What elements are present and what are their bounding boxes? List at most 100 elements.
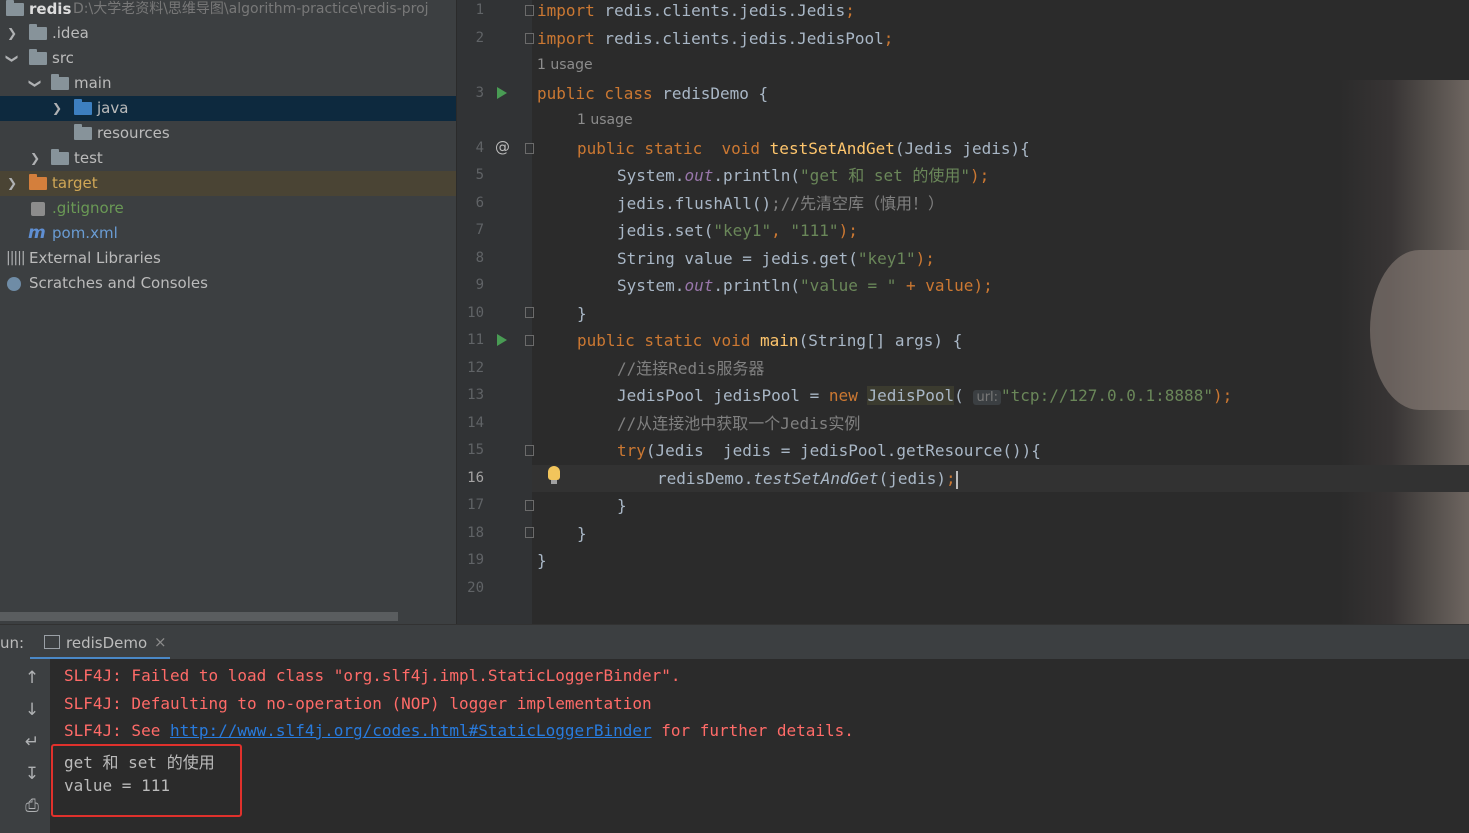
tree-item-label: target bbox=[52, 174, 98, 192]
code-line-7: jedis.set("key1", "111"); bbox=[617, 221, 858, 240]
line-number: 1 bbox=[475, 2, 484, 18]
tree-item-idea[interactable]: ❯ .idea bbox=[0, 21, 456, 46]
line-number: 14 bbox=[467, 415, 484, 431]
tree-root-redis[interactable]: redis D:\大学老资料\思维导图\algorithm-practice\r… bbox=[0, 0, 456, 22]
run-toolbar: ↑ ↓ ↵ ↧ ⎙ bbox=[0, 659, 50, 833]
console-tab-icon bbox=[44, 635, 60, 649]
horizontal-scrollbar[interactable] bbox=[0, 612, 398, 621]
code-line-1: import redis.clients.jedis.Jedis; bbox=[537, 1, 855, 20]
tree-item-target[interactable]: ❯ target bbox=[0, 171, 456, 196]
chevron-right-icon[interactable]: ❯ bbox=[6, 21, 18, 46]
line-number: 19 bbox=[467, 552, 484, 568]
code-line-13: JedisPool jedisPool = new JedisPool( url… bbox=[617, 386, 1233, 405]
editor-gutter: 1 2 3 4 5 6 7 8 9 10 11 12 13 14 15 16 1… bbox=[456, 0, 532, 624]
tree-item-external-libraries[interactable]: ||||| External Libraries bbox=[0, 246, 456, 271]
console-line-error: SLF4J: See http://www.slf4j.org/codes.ht… bbox=[64, 721, 854, 740]
tree-item-label: pom.xml bbox=[52, 224, 118, 242]
run-panel-header: un: redisDemo × bbox=[0, 624, 1469, 660]
code-line-15: try(Jedis jedis = jedisPool.getResource(… bbox=[617, 441, 1041, 460]
run-class-icon[interactable] bbox=[497, 87, 507, 99]
tree-root-label: redis bbox=[29, 0, 72, 18]
maven-file-icon: m bbox=[28, 223, 46, 243]
run-main-icon[interactable] bbox=[497, 334, 507, 346]
chevron-right-icon[interactable]: ❯ bbox=[51, 96, 63, 121]
code-line-6: jedis.flushAll();//先清空库（慎用！） bbox=[617, 194, 945, 213]
folder-icon bbox=[51, 74, 69, 90]
fold-marker-icon[interactable] bbox=[525, 445, 534, 456]
tree-item-java[interactable]: ❯ java bbox=[0, 96, 456, 121]
lightbulb-icon[interactable] bbox=[548, 466, 560, 484]
console-line-error: SLF4J: Failed to load class "org.slf4j.i… bbox=[64, 666, 681, 685]
parameter-hint: url: bbox=[973, 390, 1002, 405]
run-tab-redisdemo[interactable]: redisDemo × bbox=[30, 625, 170, 660]
soft-wrap-icon[interactable]: ↵ bbox=[22, 732, 42, 752]
folder-icon bbox=[29, 49, 47, 65]
scratches-icon bbox=[7, 277, 21, 291]
tree-item-main[interactable]: ❯ main bbox=[0, 71, 456, 96]
tree-item-pom[interactable]: m pom.xml bbox=[0, 221, 456, 246]
tree-item-label: .idea bbox=[52, 24, 89, 42]
tree-item-label: External Libraries bbox=[29, 249, 161, 267]
print-icon[interactable]: ⎙ bbox=[22, 796, 42, 816]
line-number: 3 bbox=[475, 85, 484, 101]
console-output[interactable] bbox=[50, 659, 1469, 833]
line-number: 5 bbox=[475, 167, 484, 183]
tree-item-resources[interactable]: resources bbox=[0, 121, 456, 146]
source-folder-icon bbox=[74, 99, 92, 115]
code-line-18: } bbox=[577, 524, 587, 543]
resources-folder-icon bbox=[74, 124, 92, 140]
code-line-8: String value = jedis.get("key1"); bbox=[617, 249, 935, 268]
run-tab-label: redisDemo bbox=[66, 634, 148, 652]
tree-item-src[interactable]: ❯ src bbox=[0, 46, 456, 71]
code-line-5: System.out.println("get 和 set 的使用"); bbox=[617, 166, 990, 185]
code-line-4: public static void testSetAndGet(Jedis j… bbox=[577, 139, 1030, 158]
tree-item-label: java bbox=[97, 99, 129, 117]
usage-hint[interactable]: 1 usage bbox=[537, 57, 593, 73]
line-number-current: 16 bbox=[467, 470, 484, 486]
line-number: 15 bbox=[467, 442, 484, 458]
line-number: 18 bbox=[467, 525, 484, 541]
fold-marker-icon[interactable] bbox=[525, 5, 534, 16]
run-panel-label: un: bbox=[0, 634, 25, 652]
code-line-17: } bbox=[617, 496, 627, 515]
chevron-down-icon[interactable]: ❯ bbox=[23, 78, 48, 90]
text-caret bbox=[955, 470, 958, 489]
line-number: 17 bbox=[467, 497, 484, 513]
fold-marker-icon[interactable] bbox=[525, 33, 534, 44]
line-number: 10 bbox=[467, 305, 484, 321]
code-line-19: } bbox=[537, 551, 547, 570]
line-number: 2 bbox=[475, 30, 484, 46]
line-number: 4 bbox=[475, 140, 484, 156]
close-tab-icon[interactable]: × bbox=[154, 633, 167, 651]
scroll-to-end-icon[interactable]: ↧ bbox=[22, 764, 42, 784]
arrow-down-icon[interactable]: ↓ bbox=[22, 700, 42, 720]
folder-icon bbox=[51, 149, 69, 165]
line-number: 11 bbox=[467, 332, 484, 348]
chevron-right-icon[interactable]: ❯ bbox=[29, 146, 41, 171]
fold-marker-icon[interactable] bbox=[525, 500, 534, 511]
fold-marker-icon[interactable] bbox=[525, 527, 534, 538]
fold-marker-icon[interactable] bbox=[525, 335, 534, 346]
tree-item-gitignore[interactable]: .gitignore bbox=[0, 196, 456, 221]
chevron-right-icon[interactable]: ❯ bbox=[6, 171, 18, 196]
fold-marker-icon[interactable] bbox=[525, 143, 534, 154]
code-line-9: System.out.println("value = " + value); bbox=[617, 276, 993, 295]
console-link[interactable]: http://www.slf4j.org/codes.html#StaticLo… bbox=[170, 721, 652, 740]
chevron-down-icon[interactable]: ❯ bbox=[0, 53, 25, 65]
code-line-14: //从连接池中获取一个Jedis实例 bbox=[617, 414, 861, 433]
fold-marker-icon[interactable] bbox=[525, 307, 534, 318]
annotation-icon[interactable]: @ bbox=[495, 138, 510, 156]
tree-item-label: test bbox=[74, 149, 103, 167]
line-number: 6 bbox=[475, 195, 484, 211]
background-image-detail bbox=[1370, 250, 1469, 410]
usage-hint[interactable]: 1 usage bbox=[577, 112, 633, 128]
excluded-folder-icon bbox=[29, 174, 47, 190]
line-number: 12 bbox=[467, 360, 484, 376]
code-line-12: //连接Redis服务器 bbox=[617, 359, 765, 378]
code-line-10: } bbox=[577, 304, 587, 323]
tree-item-test[interactable]: ❯ test bbox=[0, 146, 456, 171]
tree-item-scratches[interactable]: Scratches and Consoles bbox=[0, 271, 456, 296]
tree-root-path: D:\大学老资料\思维导图\algorithm-practice\redis-p… bbox=[73, 1, 429, 17]
arrow-up-icon[interactable]: ↑ bbox=[22, 668, 42, 688]
tree-item-label: .gitignore bbox=[52, 199, 124, 217]
